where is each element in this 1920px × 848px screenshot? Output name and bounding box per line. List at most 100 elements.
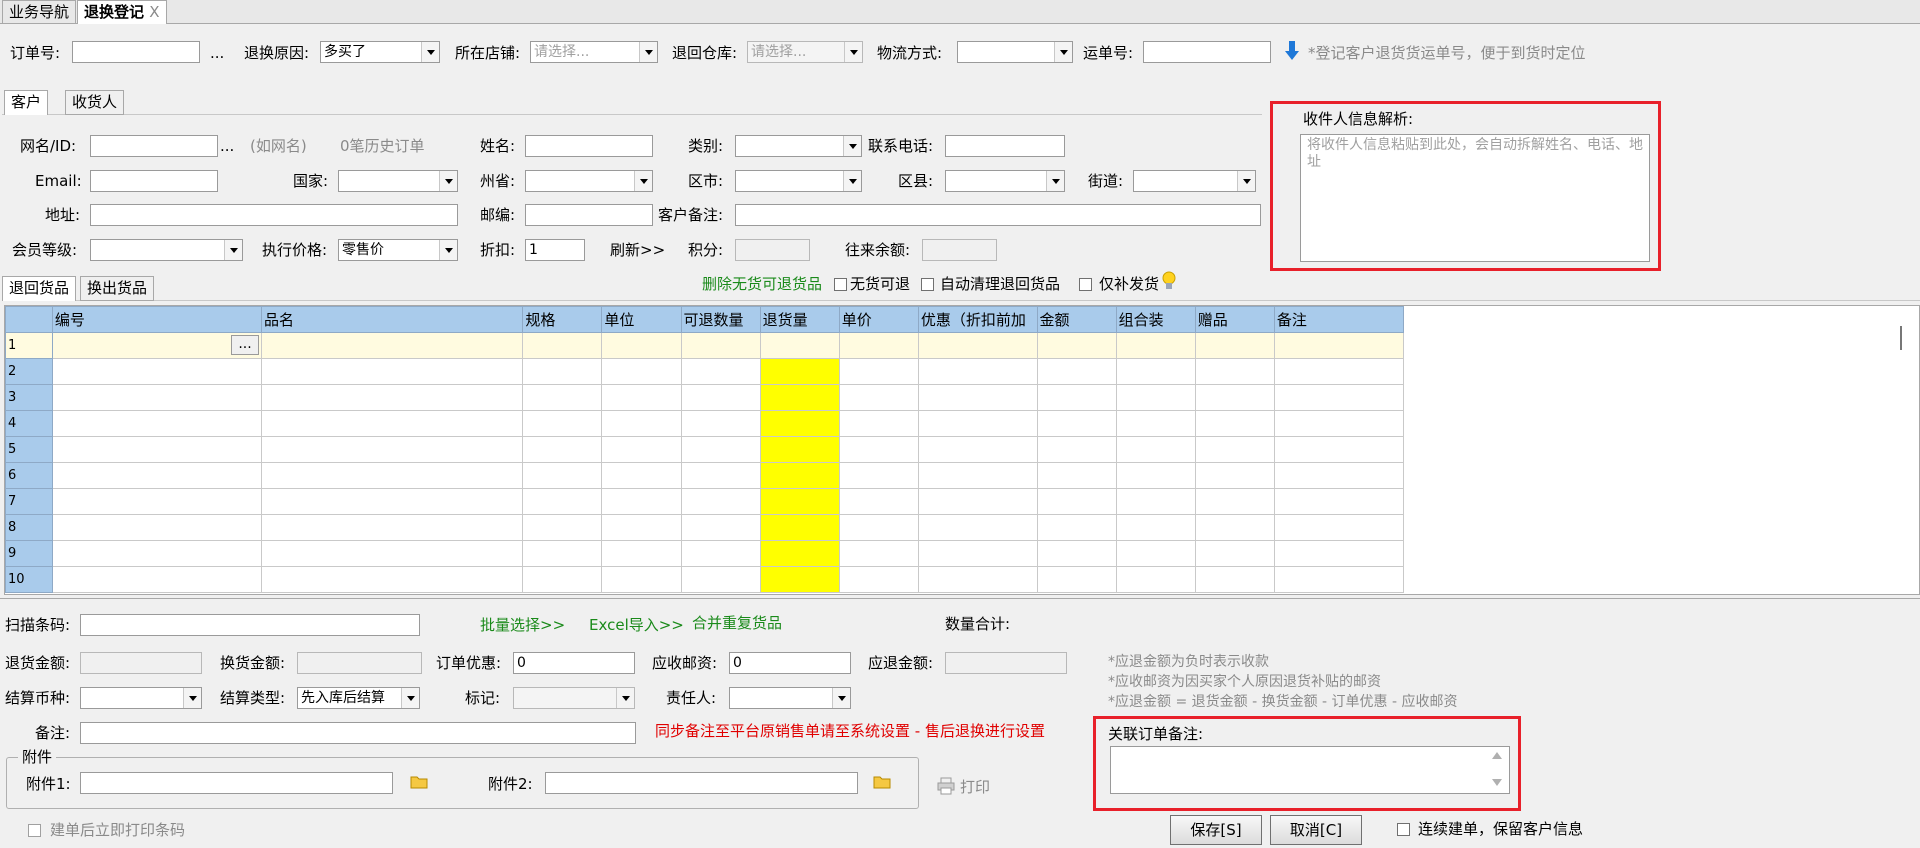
table-cell[interactable] xyxy=(917,514,1038,541)
table-cell[interactable] xyxy=(51,358,263,385)
discount-input[interactable]: 1 xyxy=(525,239,585,261)
table-cell[interactable] xyxy=(680,436,761,463)
table-row[interactable]: 10 xyxy=(5,566,1405,593)
district-select[interactable] xyxy=(945,170,1065,192)
table-cell[interactable] xyxy=(601,514,682,541)
goods-grid[interactable]: 编号 品名 规格 单位 可退数量 退货量 单价 优惠（折扣前加 金额 组合装 赠… xyxy=(5,306,1405,593)
order-search-button[interactable]: ... xyxy=(210,43,224,63)
table-cell[interactable] xyxy=(522,436,603,463)
print-barcode-checkbox[interactable] xyxy=(28,824,41,837)
table-cell[interactable] xyxy=(1115,332,1196,359)
table-cell[interactable] xyxy=(522,332,603,359)
tab-return-goods[interactable]: 退回货品 xyxy=(2,276,77,301)
table-cell[interactable] xyxy=(1194,436,1275,463)
remark-input[interactable] xyxy=(80,722,636,744)
table-cell[interactable] xyxy=(1036,332,1117,359)
table-cell[interactable] xyxy=(261,436,524,463)
auto-clear-checkbox[interactable] xyxy=(921,278,934,291)
store-select[interactable]: 请选择... xyxy=(530,41,658,63)
table-cell[interactable] xyxy=(759,384,840,411)
currency-select[interactable] xyxy=(80,687,202,709)
table-cell[interactable] xyxy=(1036,384,1117,411)
table-row[interactable]: 7 xyxy=(5,488,1405,515)
city-select[interactable] xyxy=(735,170,862,192)
table-cell[interactable] xyxy=(917,436,1038,463)
table-row[interactable]: 6 xyxy=(5,462,1405,489)
table-cell[interactable] xyxy=(1115,514,1196,541)
table-cell[interactable] xyxy=(261,358,524,385)
table-cell[interactable] xyxy=(51,384,263,411)
table-cell[interactable] xyxy=(1036,410,1117,437)
col-header[interactable]: 退货量 xyxy=(759,306,840,333)
name-input[interactable] xyxy=(525,135,653,157)
table-cell[interactable] xyxy=(838,332,919,359)
table-cell[interactable] xyxy=(759,566,840,593)
tab-consignee[interactable]: 收货人 xyxy=(65,90,125,115)
table-cell[interactable] xyxy=(601,566,682,593)
table-cell[interactable] xyxy=(759,332,840,359)
table-cell[interactable] xyxy=(261,566,524,593)
table-cell[interactable] xyxy=(601,384,682,411)
table-cell[interactable] xyxy=(759,462,840,489)
table-cell[interactable] xyxy=(601,332,682,359)
table-cell[interactable] xyxy=(1115,540,1196,567)
table-cell[interactable] xyxy=(680,410,761,437)
table-cell[interactable] xyxy=(917,566,1038,593)
save-button[interactable]: 保存[S] xyxy=(1170,815,1262,845)
table-cell[interactable] xyxy=(601,488,682,515)
col-header[interactable]: 单价 xyxy=(838,306,919,333)
table-cell[interactable] xyxy=(51,462,263,489)
col-header[interactable]: 品名 xyxy=(261,306,524,333)
table-cell[interactable] xyxy=(759,410,840,437)
history-orders-link[interactable]: 0笔历史订单 xyxy=(340,136,425,156)
reason-select[interactable]: 多买了 xyxy=(320,41,440,63)
col-header[interactable]: 赠品 xyxy=(1194,306,1275,333)
table-row[interactable]: 4 xyxy=(5,410,1405,437)
table-cell[interactable] xyxy=(51,488,263,515)
table-cell[interactable] xyxy=(1273,358,1405,385)
table-cell[interactable] xyxy=(917,488,1038,515)
phone-input[interactable] xyxy=(945,135,1065,157)
logistics-select[interactable] xyxy=(957,41,1073,63)
scan-input[interactable] xyxy=(80,614,420,636)
table-cell[interactable] xyxy=(1194,384,1275,411)
table-row[interactable]: 2 xyxy=(5,358,1405,385)
street-select[interactable] xyxy=(1133,170,1256,192)
table-cell[interactable] xyxy=(838,540,919,567)
table-cell[interactable] xyxy=(1115,566,1196,593)
table-cell[interactable] xyxy=(1036,540,1117,567)
col-header[interactable]: 组合装 xyxy=(1115,306,1196,333)
address-input[interactable] xyxy=(90,204,458,226)
table-cell[interactable] xyxy=(759,358,840,385)
country-select[interactable] xyxy=(338,170,458,192)
table-cell[interactable] xyxy=(680,384,761,411)
table-cell[interactable] xyxy=(1036,462,1117,489)
table-cell[interactable] xyxy=(1036,358,1117,385)
warehouse-select[interactable]: 请选择... xyxy=(747,41,863,63)
table-cell[interactable] xyxy=(1036,514,1117,541)
grid-scrollbar[interactable] xyxy=(1900,326,1908,350)
table-cell[interactable] xyxy=(1115,462,1196,489)
postage-input[interactable]: 0 xyxy=(729,652,851,674)
table-cell[interactable] xyxy=(522,488,603,515)
table-cell[interactable] xyxy=(1273,540,1405,567)
table-cell[interactable] xyxy=(1273,566,1405,593)
close-icon[interactable]: X xyxy=(149,3,159,21)
assoc-remark-textarea[interactable] xyxy=(1110,746,1510,794)
table-cell[interactable] xyxy=(261,540,524,567)
table-cell[interactable] xyxy=(261,410,524,437)
tab-exchange-goods[interactable]: 换出货品 xyxy=(80,276,155,301)
table-cell[interactable] xyxy=(838,436,919,463)
table-cell[interactable] xyxy=(601,540,682,567)
table-cell[interactable] xyxy=(838,358,919,385)
table-cell[interactable] xyxy=(1273,410,1405,437)
merge-goods-link[interactable]: 合并重复货品 xyxy=(692,613,782,633)
table-cell[interactable] xyxy=(1036,566,1117,593)
table-row[interactable]: 9 xyxy=(5,540,1405,567)
table-cell[interactable] xyxy=(261,488,524,515)
table-cell[interactable] xyxy=(1194,566,1275,593)
price-select[interactable]: 零售价 xyxy=(338,239,458,261)
col-header[interactable]: 可退数量 xyxy=(680,306,761,333)
table-cell[interactable] xyxy=(680,332,761,359)
table-cell[interactable] xyxy=(680,514,761,541)
